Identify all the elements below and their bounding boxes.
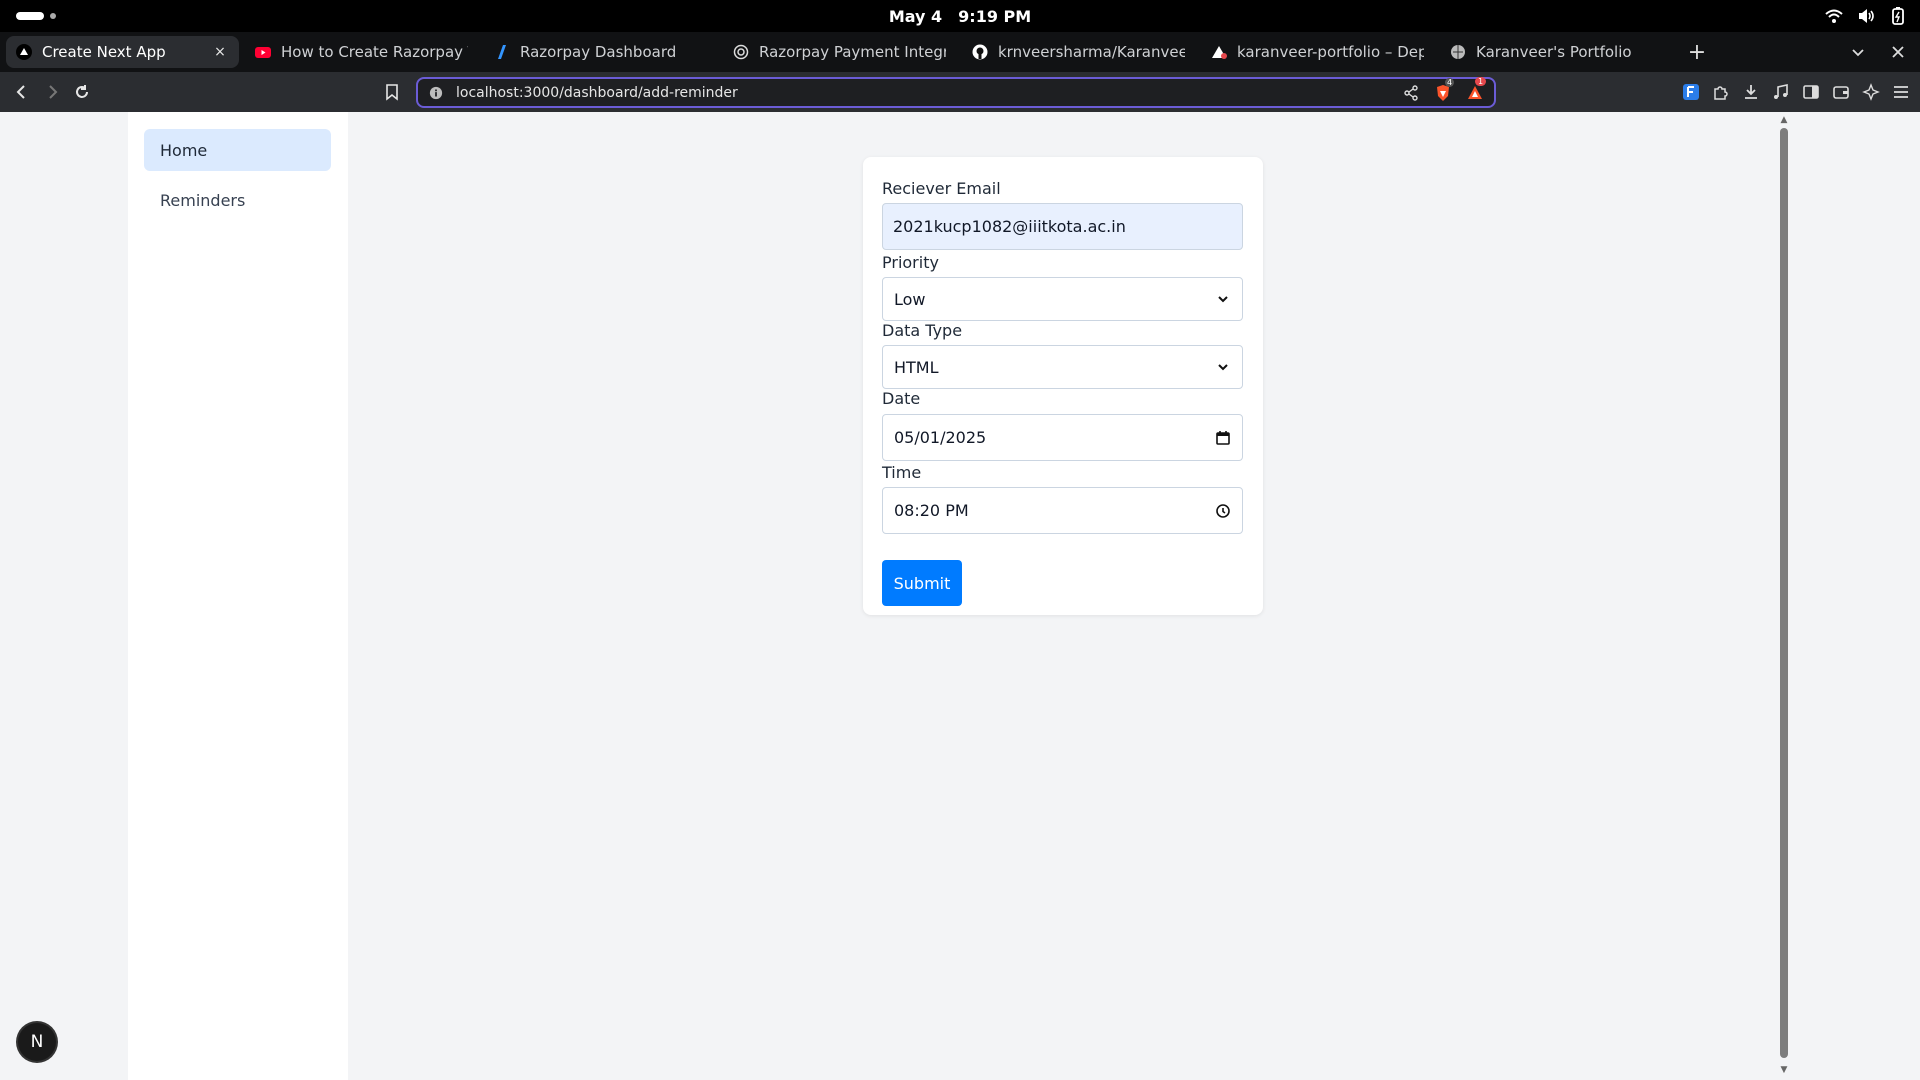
clock-date: May 4	[888, 6, 943, 26]
date-value: 05/01/2025	[894, 428, 987, 447]
sidebar-toggle-icon[interactable]	[1802, 80, 1820, 104]
brave-shields-icon[interactable]: 4	[1434, 77, 1455, 102]
system-top-bar: May 4 9:19 PM	[0, 0, 1920, 32]
sidebar-item-home[interactable]: Home	[144, 129, 331, 171]
clock[interactable]: May 4 9:19 PM	[0, 0, 1920, 32]
date-input[interactable]: 05/01/2025	[882, 414, 1243, 461]
time-label: Time	[882, 463, 922, 482]
reload-icon[interactable]	[68, 78, 96, 106]
calendar-icon[interactable]	[1215, 430, 1231, 446]
chevron-down-icon	[1215, 359, 1231, 375]
browser-toolbar: localhost:3000/dashboard/add-reminder 4 …	[0, 72, 1920, 112]
tab-title: Razorpay Dashboard	[520, 43, 677, 61]
tab-youtube[interactable]: How to Create Razorpay Test	[245, 36, 478, 68]
time-value: 08:20 PM	[894, 501, 969, 520]
url-text[interactable]: localhost:3000/dashboard/add-reminder	[456, 85, 1402, 101]
email-field[interactable]: 2021kucp1082@iiitkota.ac.in	[882, 203, 1243, 250]
data-type-label: Data Type	[882, 321, 963, 340]
globe-icon	[1450, 44, 1466, 60]
email-value: 2021kucp1082@iiitkota.ac.in	[893, 217, 1126, 236]
volume-icon[interactable]	[1856, 6, 1876, 26]
toolbar-extensions	[1682, 80, 1910, 104]
vercel-triangle-icon	[16, 44, 32, 60]
menu-hamburger-icon[interactable]	[1892, 80, 1910, 104]
page-scrollbar[interactable]: ▲ ▼	[1776, 112, 1792, 1080]
media-music-icon[interactable]	[1772, 80, 1790, 104]
brave-rewards-icon[interactable]: 1	[1466, 76, 1487, 102]
tab-razorpay-integration[interactable]: Razorpay Payment Integratic	[723, 36, 956, 68]
address-bar[interactable]: localhost:3000/dashboard/add-reminder 4 …	[416, 76, 1496, 108]
time-input[interactable]: 08:20 PM	[882, 487, 1243, 534]
alert-badge: 1	[1475, 76, 1487, 86]
tab-create-next-app[interactable]: Create Next App ×	[6, 36, 239, 68]
tab-strip-controls	[1846, 38, 1910, 66]
data-type-select[interactable]: HTML	[882, 345, 1243, 389]
tab-title: krnveersharma/Karanveer-P	[998, 43, 1185, 61]
tab-strip: Create Next App × How to Create Razorpay…	[0, 32, 1920, 72]
email-label: Reciever Email	[882, 179, 1001, 198]
sidebar-item-reminders[interactable]: Reminders	[144, 179, 331, 221]
leo-ai-sparkle-icon[interactable]	[1862, 80, 1880, 104]
share-icon[interactable]	[1402, 84, 1420, 102]
vercel-triangle-icon	[1211, 44, 1227, 60]
dashboard-sidebar: Home Reminders	[128, 112, 348, 1080]
tab-title: How to Create Razorpay Test	[281, 43, 468, 61]
wallet-icon[interactable]	[1832, 80, 1850, 104]
nextjs-dev-indicator-icon[interactable]: N	[18, 1023, 56, 1061]
youtube-icon	[255, 44, 271, 60]
tab-portfolio[interactable]: Karanveer's Portfolio	[1440, 36, 1673, 68]
razorpay-icon	[494, 44, 510, 60]
data-type-value: HTML	[894, 357, 939, 377]
wifi-icon[interactable]	[1824, 6, 1844, 26]
site-info-icon[interactable]	[428, 85, 444, 101]
system-tray[interactable]	[1824, 6, 1908, 26]
bookmark-icon[interactable]	[378, 78, 406, 106]
chevron-down-icon	[1215, 291, 1231, 307]
priority-label: Priority	[882, 253, 939, 272]
scroll-thumb[interactable]	[1780, 128, 1788, 1058]
tab-title: Razorpay Payment Integratic	[759, 43, 946, 61]
tab-razorpay-dashboard[interactable]: Razorpay Dashboard	[484, 36, 717, 68]
date-label: Date	[882, 389, 921, 408]
clock-time: 9:19 PM	[958, 6, 1032, 26]
shields-badge: 4	[1445, 77, 1455, 87]
address-bar-actions: 4 1	[1402, 76, 1487, 102]
tab-title: Create Next App	[42, 43, 166, 61]
page-viewport: Home Reminders Reciever Email 2021kucp10…	[0, 112, 1920, 1080]
clock-icon[interactable]	[1215, 503, 1231, 519]
priority-select[interactable]: Low	[882, 277, 1243, 321]
scroll-up-arrow-icon[interactable]: ▲	[1779, 115, 1789, 125]
extensions-puzzle-icon[interactable]	[1712, 80, 1730, 104]
download-icon[interactable]	[1742, 80, 1760, 104]
priority-value: Low	[894, 289, 926, 309]
back-icon[interactable]	[8, 78, 36, 106]
github-icon	[972, 44, 988, 60]
add-reminder-form: Reciever Email 2021kucp1082@iiitkota.ac.…	[863, 157, 1263, 615]
extension-f-icon[interactable]	[1682, 80, 1700, 104]
forward-icon[interactable]	[38, 78, 66, 106]
tab-search-chevron-icon[interactable]	[1846, 38, 1870, 66]
new-tab-button[interactable]: +	[1683, 38, 1711, 66]
submit-button[interactable]: Submit	[882, 560, 962, 606]
window-close-icon[interactable]	[1886, 38, 1910, 66]
tab-title: karanveer-portfolio – Deploy	[1237, 43, 1424, 61]
scroll-down-arrow-icon[interactable]: ▼	[1779, 1065, 1789, 1075]
tab-github[interactable]: krnveersharma/Karanveer-P	[962, 36, 1195, 68]
battery-icon[interactable]	[1888, 6, 1908, 26]
globe-icon	[733, 44, 749, 60]
tab-vercel-deploy[interactable]: karanveer-portfolio – Deploy	[1201, 36, 1434, 68]
tab-title: Karanveer's Portfolio	[1476, 43, 1632, 61]
close-icon[interactable]: ×	[211, 43, 229, 61]
